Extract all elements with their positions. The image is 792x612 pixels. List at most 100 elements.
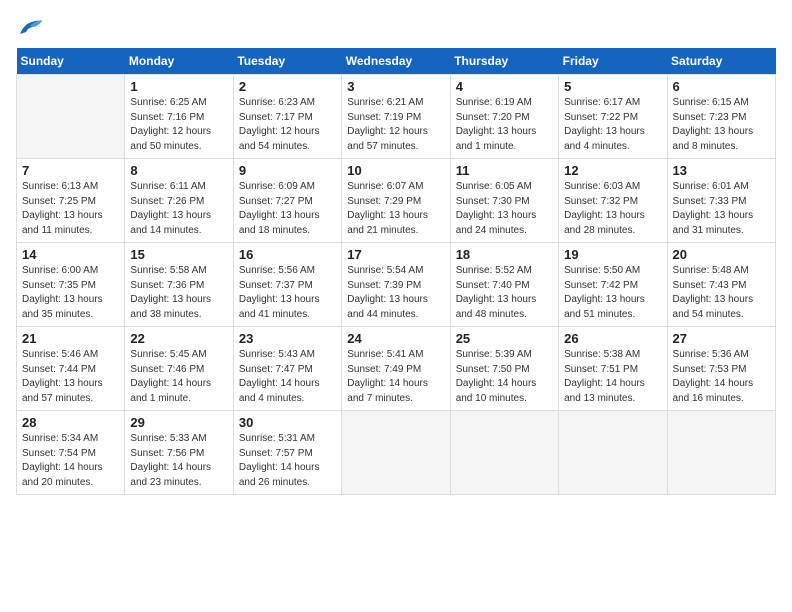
calendar-cell: 23 Sunrise: 5:43 AMSunset: 7:47 PMDayligh… [233,327,341,411]
day-info: Sunrise: 6:00 AMSunset: 7:35 PMDaylight:… [22,264,119,322]
day-number: 23 [239,331,336,346]
day-info: Sunrise: 6:03 AMSunset: 7:32 PMDaylight:… [564,180,661,238]
calendar-cell: 18 Sunrise: 5:52 AMSunset: 7:40 PMDayligh… [450,243,558,327]
calendar-cell: 9 Sunrise: 6:09 AMSunset: 7:27 PMDaylight… [233,159,341,243]
day-number: 9 [239,163,336,178]
day-number: 19 [564,247,661,262]
day-info: Sunrise: 5:45 AMSunset: 7:46 PMDaylight:… [130,348,227,406]
day-number: 17 [347,247,444,262]
weekday-header-saturday: Saturday [667,48,775,75]
weekday-header-tuesday: Tuesday [233,48,341,75]
day-number: 26 [564,331,661,346]
week-row-4: 21 Sunrise: 5:46 AMSunset: 7:44 PMDayligh… [17,327,776,411]
day-info: Sunrise: 6:17 AMSunset: 7:22 PMDaylight:… [564,96,661,154]
day-info: Sunrise: 5:46 AMSunset: 7:44 PMDaylight:… [22,348,119,406]
day-info: Sunrise: 6:21 AMSunset: 7:19 PMDaylight:… [347,96,444,154]
calendar-cell: 27 Sunrise: 5:36 AMSunset: 7:53 PMDayligh… [667,327,775,411]
weekday-header-row: SundayMondayTuesdayWednesdayThursdayFrid… [17,48,776,75]
calendar-cell: 4 Sunrise: 6:19 AMSunset: 7:20 PMDaylight… [450,75,558,159]
day-number: 5 [564,79,661,94]
day-number: 30 [239,415,336,430]
day-number: 4 [456,79,553,94]
calendar-cell: 30 Sunrise: 5:31 AMSunset: 7:57 PMDayligh… [233,411,341,495]
calendar-cell: 20 Sunrise: 5:48 AMSunset: 7:43 PMDayligh… [667,243,775,327]
calendar-cell: 10 Sunrise: 6:07 AMSunset: 7:29 PMDayligh… [342,159,450,243]
calendar-table: SundayMondayTuesdayWednesdayThursdayFrid… [16,48,776,495]
calendar-cell: 14 Sunrise: 6:00 AMSunset: 7:35 PMDayligh… [17,243,125,327]
day-number: 20 [673,247,770,262]
day-info: Sunrise: 5:56 AMSunset: 7:37 PMDaylight:… [239,264,336,322]
day-number: 18 [456,247,553,262]
day-info: Sunrise: 6:05 AMSunset: 7:30 PMDaylight:… [456,180,553,238]
day-number: 25 [456,331,553,346]
day-info: Sunrise: 5:43 AMSunset: 7:47 PMDaylight:… [239,348,336,406]
day-number: 10 [347,163,444,178]
day-info: Sunrise: 5:52 AMSunset: 7:40 PMDaylight:… [456,264,553,322]
day-info: Sunrise: 5:38 AMSunset: 7:51 PMDaylight:… [564,348,661,406]
day-info: Sunrise: 5:31 AMSunset: 7:57 PMDaylight:… [239,432,336,490]
calendar-cell: 6Sunrise: 6:15 AMSunset: 7:23 PMDaylight… [667,75,775,159]
day-number: 6 [673,79,770,94]
calendar-cell: 28 Sunrise: 5:34 AMSunset: 7:54 PMDayligh… [17,411,125,495]
weekday-header-monday: Monday [125,48,233,75]
weekday-header-friday: Friday [559,48,667,75]
week-row-5: 28 Sunrise: 5:34 AMSunset: 7:54 PMDayligh… [17,411,776,495]
day-number: 7 [22,163,119,178]
day-info: Sunrise: 6:13 AMSunset: 7:25 PMDaylight:… [22,180,119,238]
calendar-cell [667,411,775,495]
weekday-header-thursday: Thursday [450,48,558,75]
day-info: Sunrise: 6:09 AMSunset: 7:27 PMDaylight:… [239,180,336,238]
logo [16,16,48,38]
day-info: Sunrise: 5:48 AMSunset: 7:43 PMDaylight:… [673,264,770,322]
day-info: Sunrise: 5:54 AMSunset: 7:39 PMDaylight:… [347,264,444,322]
day-number: 21 [22,331,119,346]
day-info: Sunrise: 5:33 AMSunset: 7:56 PMDaylight:… [130,432,227,490]
day-info: Sunrise: 5:34 AMSunset: 7:54 PMDaylight:… [22,432,119,490]
day-info: Sunrise: 6:23 AMSunset: 7:17 PMDaylight:… [239,96,336,154]
calendar-cell: 5 Sunrise: 6:17 AMSunset: 7:22 PMDaylight… [559,75,667,159]
day-info: Sunrise: 5:58 AMSunset: 7:36 PMDaylight:… [130,264,227,322]
weekday-header-wednesday: Wednesday [342,48,450,75]
calendar-cell [559,411,667,495]
calendar-cell: 17 Sunrise: 5:54 AMSunset: 7:39 PMDayligh… [342,243,450,327]
calendar-cell: 26 Sunrise: 5:38 AMSunset: 7:51 PMDayligh… [559,327,667,411]
day-number: 15 [130,247,227,262]
calendar-cell: 29 Sunrise: 5:33 AMSunset: 7:56 PMDayligh… [125,411,233,495]
day-info: Sunrise: 6:07 AMSunset: 7:29 PMDaylight:… [347,180,444,238]
calendar-cell: 3 Sunrise: 6:21 AMSunset: 7:19 PMDaylight… [342,75,450,159]
day-number: 22 [130,331,227,346]
calendar-cell: 11 Sunrise: 6:05 AMSunset: 7:30 PMDayligh… [450,159,558,243]
calendar-cell: 19 Sunrise: 5:50 AMSunset: 7:42 PMDayligh… [559,243,667,327]
day-info: Sunrise: 6:11 AMSunset: 7:26 PMDaylight:… [130,180,227,238]
day-info: Sunrise: 5:41 AMSunset: 7:49 PMDaylight:… [347,348,444,406]
day-number: 11 [456,163,553,178]
day-number: 29 [130,415,227,430]
day-number: 27 [673,331,770,346]
day-info: Sunrise: 5:39 AMSunset: 7:50 PMDaylight:… [456,348,553,406]
page-header [16,16,776,38]
day-number: 12 [564,163,661,178]
calendar-cell: 16 Sunrise: 5:56 AMSunset: 7:37 PMDayligh… [233,243,341,327]
calendar-cell [17,75,125,159]
day-number: 24 [347,331,444,346]
day-info: Sunrise: 6:19 AMSunset: 7:20 PMDaylight:… [456,96,553,154]
week-row-2: 7 Sunrise: 6:13 AMSunset: 7:25 PMDaylight… [17,159,776,243]
calendar-cell: 21 Sunrise: 5:46 AMSunset: 7:44 PMDayligh… [17,327,125,411]
day-info: Sunrise: 5:36 AMSunset: 7:53 PMDaylight:… [673,348,770,406]
day-number: 3 [347,79,444,94]
calendar-cell: 7 Sunrise: 6:13 AMSunset: 7:25 PMDaylight… [17,159,125,243]
calendar-cell: 15 Sunrise: 5:58 AMSunset: 7:36 PMDayligh… [125,243,233,327]
calendar-cell: 1Sunrise: 6:25 AMSunset: 7:16 PMDaylight… [125,75,233,159]
day-number: 16 [239,247,336,262]
day-number: 14 [22,247,119,262]
calendar-cell [450,411,558,495]
day-number: 13 [673,163,770,178]
calendar-cell: 22 Sunrise: 5:45 AMSunset: 7:46 PMDayligh… [125,327,233,411]
day-number: 1 [130,79,227,94]
day-info: Sunrise: 6:01 AMSunset: 7:33 PMDaylight:… [673,180,770,238]
day-number: 28 [22,415,119,430]
day-info: Sunrise: 5:50 AMSunset: 7:42 PMDaylight:… [564,264,661,322]
calendar-cell: 13 Sunrise: 6:01 AMSunset: 7:33 PMDayligh… [667,159,775,243]
day-number: 2 [239,79,336,94]
week-row-3: 14 Sunrise: 6:00 AMSunset: 7:35 PMDayligh… [17,243,776,327]
